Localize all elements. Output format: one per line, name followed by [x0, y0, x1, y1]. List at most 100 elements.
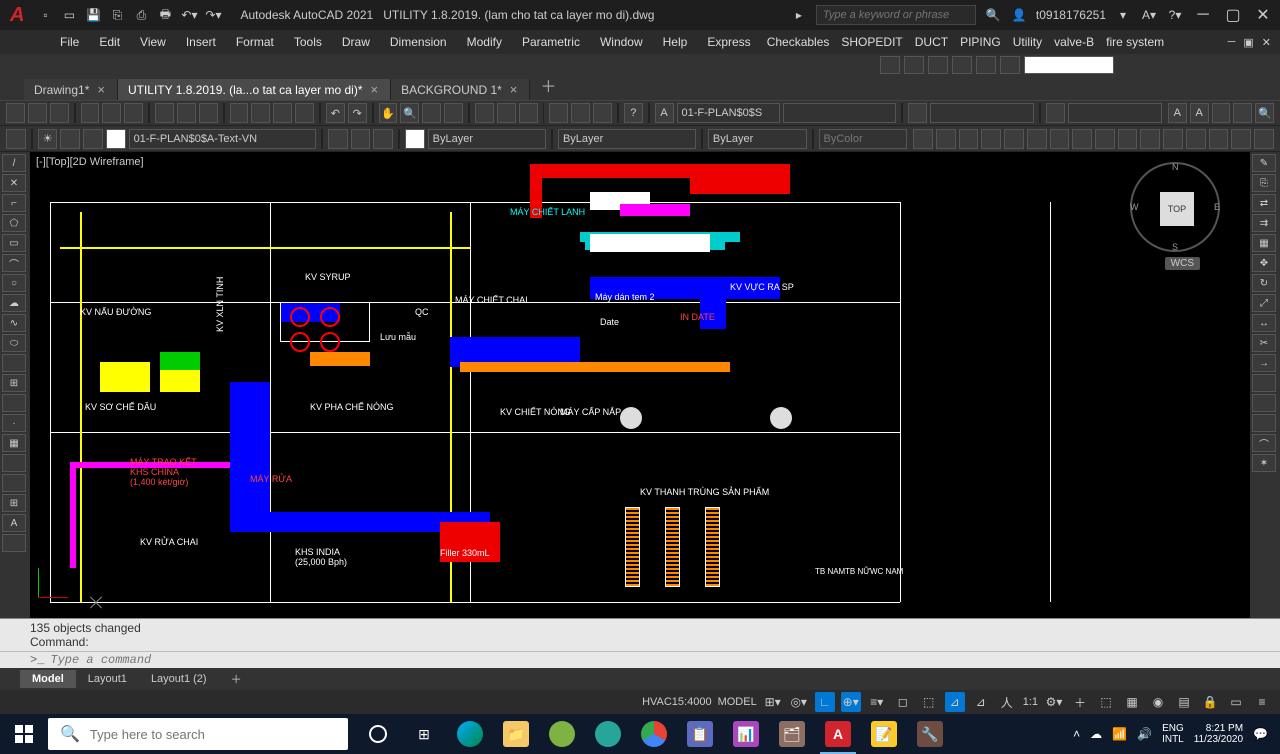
tb-tool-icon[interactable]	[519, 103, 538, 123]
status-ortho-icon[interactable]: ∟	[815, 692, 835, 712]
task-cortana-icon[interactable]	[356, 714, 400, 754]
dim-linear-icon[interactable]	[913, 129, 933, 149]
qat-open-icon[interactable]: ▭	[60, 6, 78, 24]
menu-window[interactable]: Window	[590, 31, 653, 53]
tb-save-icon[interactable]	[50, 103, 69, 123]
task-app1-icon[interactable]	[540, 714, 584, 754]
tray-notif-icon[interactable]: 💬	[1253, 727, 1268, 741]
menu-draw[interactable]: Draw	[332, 31, 380, 53]
menu-valve[interactable]: valve-B	[1048, 31, 1100, 53]
circle-tool-icon[interactable]: ○	[2, 274, 26, 292]
status-clean-icon[interactable]: ▭	[1226, 692, 1246, 712]
layer-props-icon[interactable]	[6, 129, 26, 149]
layer-color-icon[interactable]	[106, 129, 126, 149]
tab-close-icon[interactable]: ×	[371, 82, 379, 97]
share-icon[interactable]: ▸	[790, 6, 808, 24]
dim-space-icon[interactable]	[1140, 129, 1160, 149]
tray-cloud-icon[interactable]: ☁	[1090, 727, 1102, 741]
start-button[interactable]	[0, 714, 48, 754]
menu-file[interactable]: File	[50, 31, 89, 53]
task-app6-icon[interactable]: 🔧	[908, 714, 952, 754]
tb-find-icon[interactable]: 🔍	[1255, 103, 1274, 123]
drawing-canvas[interactable]: [-][Top][2D Wireframe]	[30, 152, 1250, 618]
tb-block-icon[interactable]	[251, 103, 270, 123]
tb-help-icon[interactable]: ?	[624, 103, 643, 123]
cart-icon[interactable]: ▾	[1114, 6, 1132, 24]
maximize-button[interactable]: ▢	[1222, 4, 1244, 26]
tb-plot-icon[interactable]	[81, 103, 100, 123]
status-mon-icon[interactable]: ▦	[1122, 692, 1142, 712]
tb-dim2-icon[interactable]	[571, 103, 590, 123]
menu-help[interactable]: Help	[653, 31, 698, 53]
status-units-icon[interactable]: ◉	[1148, 692, 1168, 712]
menu-view[interactable]: View	[130, 31, 176, 53]
help-search-input[interactable]	[816, 5, 976, 25]
move-tool-icon[interactable]: ✥	[1252, 254, 1276, 272]
tab-background[interactable]: BACKGROUND 1*×	[391, 79, 530, 100]
tray-volume-icon[interactable]: 🔊	[1137, 727, 1152, 741]
sub-tool-6[interactable]	[1000, 56, 1020, 74]
tb-a3-icon[interactable]	[1212, 103, 1231, 123]
tb-props-icon[interactable]	[475, 103, 494, 123]
layer-match-icon[interactable]	[373, 129, 393, 149]
tb-copy-icon[interactable]	[177, 103, 196, 123]
linetype-select[interactable]: ByLayer	[558, 129, 696, 149]
tb-zoom-icon[interactable]: 🔍	[400, 103, 419, 123]
dim-style-select[interactable]: 01-F-PLAN$0$S	[677, 103, 781, 123]
task-edge-icon[interactable]	[448, 714, 492, 754]
scale-tool-icon[interactable]: ⤢	[1252, 294, 1276, 312]
tb-zoom-ext-icon[interactable]	[444, 103, 463, 123]
layout2-tab[interactable]: Layout1 (2)	[139, 670, 219, 688]
tb-open-icon[interactable]	[28, 103, 47, 123]
dim-base-icon[interactable]	[1095, 129, 1115, 149]
tb-match-icon[interactable]	[230, 103, 249, 123]
doc-minimize-button[interactable]: ─	[1225, 36, 1239, 49]
sub-tool-4[interactable]	[952, 56, 972, 74]
help-icon[interactable]: ?▾	[1166, 6, 1184, 24]
status-anno-scale[interactable]: 1:1	[1023, 696, 1038, 708]
minimize-button[interactable]: ─	[1192, 4, 1214, 26]
view-cube-top[interactable]: TOP	[1160, 192, 1194, 226]
tb-preview-icon[interactable]	[102, 103, 121, 123]
tray-up-icon[interactable]: ˄	[1073, 727, 1080, 741]
dim-aligned-icon[interactable]	[936, 129, 956, 149]
tb-a2-icon[interactable]: A	[1190, 103, 1209, 123]
menu-duct[interactable]: DUCT	[909, 31, 954, 53]
status-snap-icon[interactable]: ◎▾	[789, 692, 809, 712]
qat-plot-icon[interactable]: ⎙	[132, 6, 150, 24]
task-app5-icon[interactable]: 🗂	[770, 714, 814, 754]
tb-undo-icon[interactable]: ↶	[326, 103, 345, 123]
menu-checkables[interactable]: Checkables	[761, 31, 836, 53]
command-input[interactable]	[50, 653, 1250, 667]
rotate-tool-icon[interactable]: ↻	[1252, 274, 1276, 292]
dim-jog-icon[interactable]	[1072, 129, 1092, 149]
app-menu-icon[interactable]: A▾	[1140, 6, 1158, 24]
sub-tool-3[interactable]	[928, 56, 948, 74]
task-app4-icon[interactable]: 📊	[724, 714, 768, 754]
tb-table-icon[interactable]	[908, 103, 927, 123]
add-layout-button[interactable]: ＋	[219, 668, 254, 690]
ml-style-select[interactable]	[1068, 103, 1162, 123]
table-style-select[interactable]	[930, 103, 1034, 123]
tb-redo-icon[interactable]: ↷	[348, 103, 367, 123]
menu-shopedit[interactable]: SHOPEDIT	[835, 31, 908, 53]
windows-search-input[interactable]	[90, 727, 336, 742]
layer-select[interactable]: 01-F-PLAN$0$A-Text-VN	[129, 129, 316, 149]
tb-text-icon[interactable]: A	[655, 103, 674, 123]
wcs-label[interactable]: WCS	[1165, 257, 1200, 270]
ellipse-tool-icon[interactable]: ⬭	[2, 334, 26, 352]
tray-lang[interactable]: ENGINTL	[1162, 723, 1184, 745]
tb-ml-icon[interactable]	[1046, 103, 1065, 123]
tb-pan-icon[interactable]: ✋	[379, 103, 398, 123]
dim-cont-icon[interactable]	[1118, 129, 1138, 149]
fillet-tool-icon[interactable]: ⌒	[1252, 434, 1276, 452]
status-lw-icon[interactable]: ⊿	[971, 692, 991, 712]
menu-utility[interactable]: Utility	[1007, 31, 1048, 53]
layer-state-icon[interactable]	[351, 129, 371, 149]
arc-tool-icon[interactable]: ⌒	[2, 254, 26, 272]
color-select[interactable]: ByLayer	[428, 129, 546, 149]
menu-insert[interactable]: Insert	[176, 31, 226, 53]
line-tool-icon[interactable]: /	[2, 154, 26, 172]
sub-tool-2[interactable]	[904, 56, 924, 74]
copy-tool-icon[interactable]: ⎘	[1252, 174, 1276, 192]
